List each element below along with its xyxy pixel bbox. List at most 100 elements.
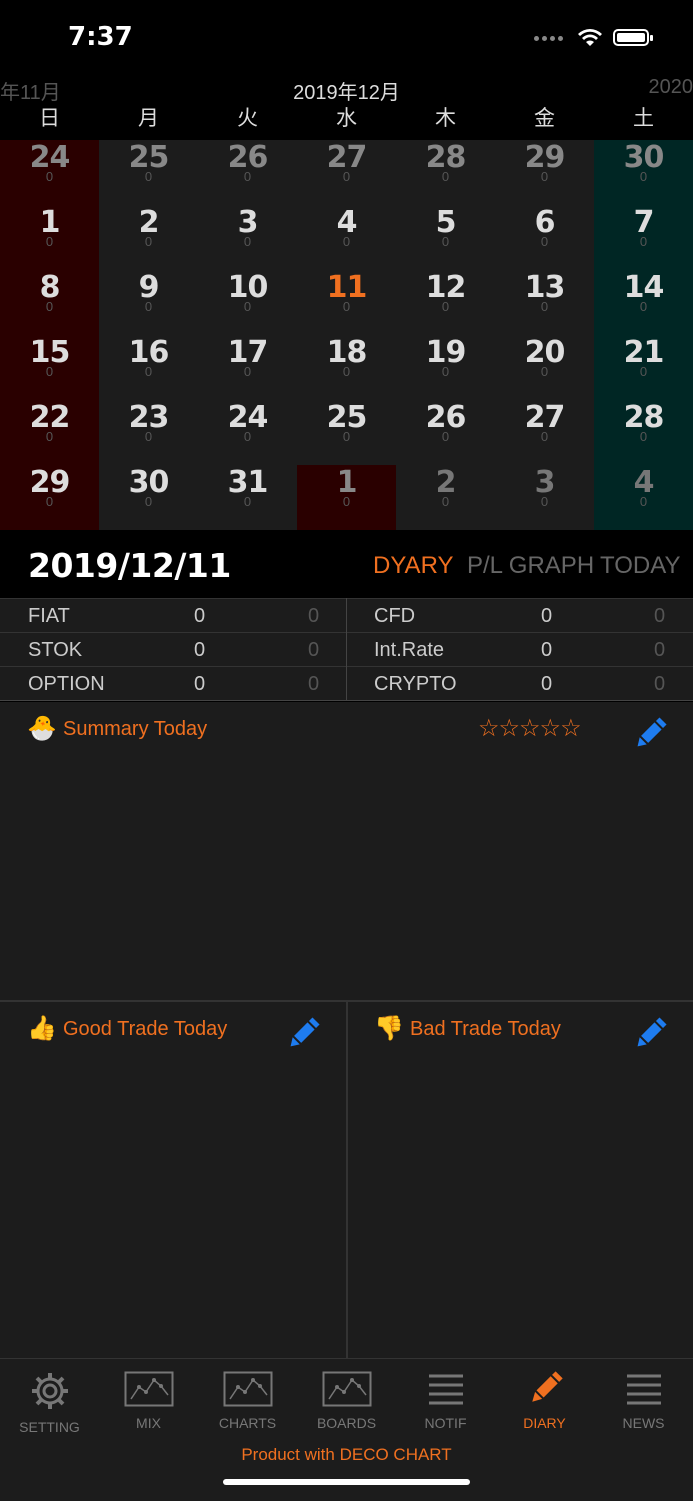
pencil-icon <box>525 1371 565 1407</box>
calendar-day[interactable]: 250 <box>99 140 198 205</box>
calendar-day[interactable]: 310 <box>198 465 297 530</box>
edit-pencil-icon[interactable] <box>632 1014 670 1052</box>
calendar-day[interactable]: 280 <box>594 400 693 465</box>
month-header: 年11月 2019年12月 2020 <box>0 76 693 102</box>
calendar-day[interactable]: 190 <box>396 335 495 400</box>
calendar-day[interactable]: 20 <box>99 205 198 270</box>
pl-subvalue: 0 <box>308 639 319 662</box>
status-time: 7:37 <box>68 22 133 52</box>
pl-subvalue: 0 <box>654 639 665 662</box>
tab-mix[interactable]: MIX <box>99 1367 198 1437</box>
pl-subvalue: 0 <box>308 673 319 696</box>
summary-title: Summary Today <box>63 718 207 741</box>
selected-date: 2019/12/11 <box>28 546 231 585</box>
calendar-day[interactable]: 290 <box>495 140 594 205</box>
calendar-day-today[interactable]: 110 <box>297 270 396 335</box>
calendar-day[interactable]: 170 <box>198 335 297 400</box>
pl-value: 0 <box>541 605 552 628</box>
calendar-day[interactable]: 260 <box>198 140 297 205</box>
tab-label: SETTING <box>0 1419 99 1435</box>
calendar-day[interactable]: 130 <box>495 270 594 335</box>
calendar-day[interactable]: 250 <box>297 400 396 465</box>
gear-icon <box>28 1371 72 1411</box>
trade-sections: 👍 Good Trade Today 👎 Bad Trade Today <box>0 1002 693 1358</box>
pl-value: 0 <box>541 639 552 662</box>
calendar-day[interactable]: 240 <box>0 140 99 205</box>
weekday-sat: 土 <box>594 102 693 132</box>
pl-subvalue: 0 <box>308 605 319 628</box>
calendar-grid: 240 250 260 270 280 290 300 10 20 30 40 … <box>0 140 693 530</box>
tab-pl-graph[interactable]: P/L GRAPH <box>467 552 594 580</box>
tab-label: NEWS <box>594 1415 693 1431</box>
tab-charts[interactable]: CHARTS <box>198 1367 297 1437</box>
calendar-day[interactable]: 90 <box>99 270 198 335</box>
list-icon <box>426 1371 466 1407</box>
calendar-day[interactable]: 50 <box>396 205 495 270</box>
pl-subvalue: 0 <box>654 673 665 696</box>
calendar-day[interactable]: 270 <box>495 400 594 465</box>
status-bar: 7:37 <box>0 0 693 76</box>
calendar-day[interactable]: 100 <box>198 270 297 335</box>
pl-bottom-divider <box>0 700 693 701</box>
weekday-tue: 火 <box>198 102 297 132</box>
calendar-day[interactable]: 120 <box>396 270 495 335</box>
trade-column-divider <box>346 1002 348 1358</box>
pl-label: CRYPTO <box>374 673 457 696</box>
edit-pencil-icon[interactable] <box>285 1014 323 1052</box>
calendar-day[interactable]: 300 <box>594 140 693 205</box>
calendar-day[interactable]: 80 <box>0 270 99 335</box>
calendar-day[interactable]: 70 <box>594 205 693 270</box>
calendar-day[interactable]: 160 <box>99 335 198 400</box>
calendar-day[interactable]: 270 <box>297 140 396 205</box>
calendar-day[interactable]: 40 <box>594 465 693 530</box>
cellular-signal-icon <box>534 36 566 44</box>
tab-label: MIX <box>99 1415 198 1431</box>
calendar-day[interactable]: 10 <box>0 205 99 270</box>
calendar-day[interactable]: 220 <box>0 400 99 465</box>
calendar-day[interactable]: 200 <box>495 335 594 400</box>
calendar-day[interactable]: 20 <box>396 465 495 530</box>
pl-label: OPTION <box>28 673 105 696</box>
pl-subvalue: 0 <box>654 605 665 628</box>
calendar-day[interactable]: 150 <box>0 335 99 400</box>
rating-stars[interactable]: ☆☆☆☆☆ <box>478 714 581 743</box>
tab-news[interactable]: NEWS <box>594 1367 693 1437</box>
calendar-day[interactable]: 60 <box>495 205 594 270</box>
hatching-chick-icon: 🐣 <box>27 714 57 743</box>
pl-value: 0 <box>194 605 205 628</box>
calendar-day[interactable]: 180 <box>297 335 396 400</box>
calendar-day[interactable]: 290 <box>0 465 99 530</box>
weekday-mon: 月 <box>99 102 198 132</box>
weekday-wed: 水 <box>297 102 396 132</box>
calendar-day[interactable]: 30 <box>198 205 297 270</box>
tab-diary[interactable]: DIARY <box>495 1367 594 1437</box>
chart-icon <box>322 1371 372 1407</box>
tab-dyary[interactable]: DYARY <box>373 552 453 580</box>
tab-setting[interactable]: SETTING <box>0 1367 99 1437</box>
calendar-day[interactable]: 280 <box>396 140 495 205</box>
thumbs-up-icon: 👍 <box>27 1014 57 1043</box>
edit-pencil-icon[interactable] <box>632 714 670 752</box>
pl-table: FIAT 0 0 CFD 0 0 STOK 0 0 Int.Rate 0 0 O… <box>0 598 693 701</box>
calendar-day[interactable]: 240 <box>198 400 297 465</box>
current-month-label: 2019年12月 <box>0 76 693 105</box>
calendar-day[interactable]: 30 <box>495 465 594 530</box>
pl-value: 0 <box>194 673 205 696</box>
wifi-icon <box>576 26 604 48</box>
tab-boards[interactable]: BOARDS <box>297 1367 396 1437</box>
calendar-day[interactable]: 230 <box>99 400 198 465</box>
tab-notif[interactable]: NOTIF <box>396 1367 495 1437</box>
calendar-day[interactable]: 300 <box>99 465 198 530</box>
calendar-day[interactable]: 260 <box>396 400 495 465</box>
pl-label: CFD <box>374 605 415 628</box>
calendar-day[interactable]: 10 <box>297 465 396 530</box>
tab-today[interactable]: TODAY <box>600 552 680 580</box>
home-indicator[interactable] <box>223 1479 470 1485</box>
calendar-day[interactable]: 40 <box>297 205 396 270</box>
product-credit[interactable]: Product with DECO CHART <box>0 1445 693 1465</box>
calendar-day[interactable]: 140 <box>594 270 693 335</box>
pl-value: 0 <box>194 639 205 662</box>
good-trade-title: Good Trade Today <box>63 1018 227 1041</box>
calendar-day[interactable]: 210 <box>594 335 693 400</box>
next-month-label[interactable]: 2020 <box>649 76 693 99</box>
